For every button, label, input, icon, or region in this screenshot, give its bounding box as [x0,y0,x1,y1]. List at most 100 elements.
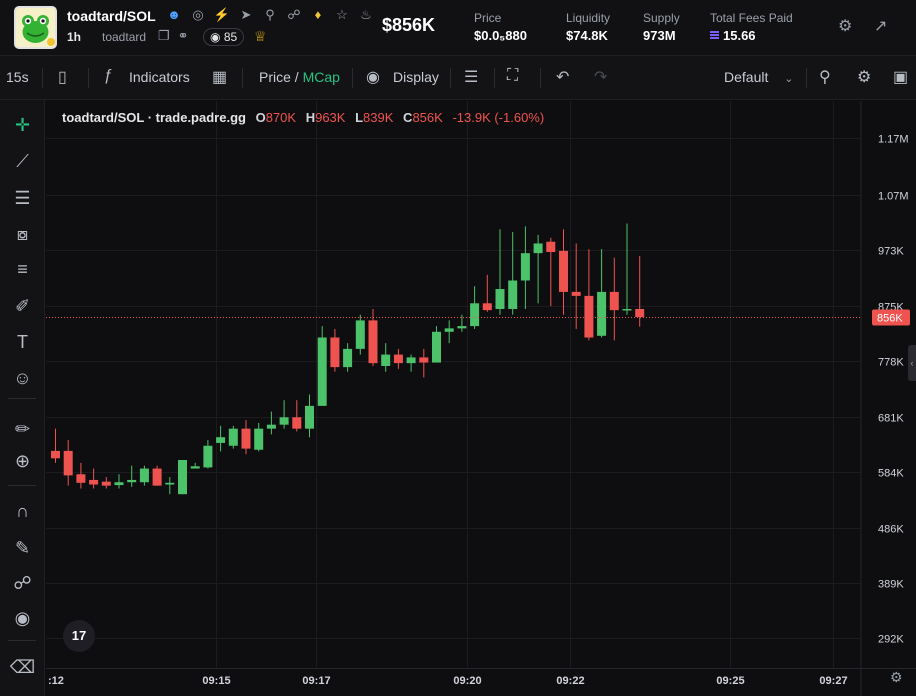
copy-icon[interactable]: ❐ [158,28,170,44]
candle [178,460,187,495]
candle-body [305,405,314,429]
search-icon[interactable]: ⚲ [819,67,831,87]
badge-icon[interactable]: ♦ [309,7,327,23]
candle-body [444,328,454,332]
price-chart[interactable]: 1.17M 1.07M 973K 875K 778K 681K 584K 486K 389K 29… [46,101,916,696]
chevron-down-icon: ⌄ [784,73,794,85]
y-tick-label: 973K [878,246,904,258]
legend-high-label: H [305,110,316,125]
fx-icon[interactable]: ƒ [104,67,113,85]
candle-body [470,303,480,327]
search-icon[interactable]: ⚲ [261,7,279,23]
telegram-icon[interactable]: ➤ [237,7,255,23]
sliders-icon[interactable]: ☰ [464,67,478,87]
candle-body [457,326,467,329]
indicators-button[interactable]: Indicators [129,69,190,85]
legend-high: 963K [315,110,346,125]
candle-body [178,460,187,495]
price-option[interactable]: Price [259,69,291,85]
lock-drawing-icon[interactable]: ✎ [0,537,45,559]
trend-line-icon[interactable]: ⟋ [0,150,45,172]
token-header: toadtard/SOL ☻ ◎ ⚡ ➤ ⚲ ☍ ♦ ☆ ♨ 1h toadta… [0,0,916,56]
axis-settings-icon[interactable]: ⚙ [890,669,903,686]
layout-selector[interactable]: Default ⌄ [724,69,793,85]
magnet-icon[interactable]: ∩ [0,500,45,522]
price-mcap-toggle[interactable]: Price / MCap [259,69,340,85]
undo-icon[interactable]: ↶ [556,67,569,87]
link-icon[interactable]: ☍ [285,7,303,23]
star-icon[interactable]: ☆ [333,7,351,23]
globe-icon[interactable]: ◎ [189,7,207,23]
zoom-in-icon[interactable]: ⊕ [0,450,45,472]
candle-body [597,291,607,336]
text-tool-icon[interactable]: T [0,331,45,353]
eye-icon[interactable]: ◉ [0,607,45,629]
x-tick-label: 09:17 [302,675,330,687]
bolt-icon[interactable]: ⚡ [213,7,231,23]
token-ticker[interactable]: toadtard [102,30,146,44]
candle-body [571,291,581,296]
candle-body [241,428,251,449]
candle-body [355,320,365,349]
candle-body [317,337,327,406]
toggle-slash: / [294,69,299,85]
token-name: toadtard/SOL [67,8,156,24]
display-button[interactable]: Display [393,69,439,85]
crosshair-icon[interactable]: ✛ [0,114,45,136]
divider [42,68,43,88]
x-tick-label: 09:20 [453,675,481,687]
stat-label: Liquidity [566,11,611,25]
mcap-option[interactable]: MCap [303,69,340,85]
token-links: ☻ ◎ ⚡ ➤ ⚲ ☍ ♦ ☆ ♨ [165,7,375,23]
trash-icon[interactable]: ⌫ [0,656,45,678]
candle-body [622,308,632,311]
fullscreen-icon[interactable]: ⛶ [507,67,518,85]
candle-body [330,337,340,368]
candle-body [51,450,60,459]
fib-levels-icon[interactable]: ≡ [0,258,45,280]
legend-open-label: O [255,110,266,125]
gear-icon[interactable]: ⚙ [857,67,871,87]
y-tick-label: 389K [878,579,904,591]
interval-selector[interactable]: 15s [6,69,29,85]
horizontal-lines-icon[interactable]: ☰ [0,187,45,209]
candle-body [419,357,429,363]
candlestick-chart[interactable]: 1.17M1.07M973K875K778K681K584K486K389K29… [46,101,916,696]
candle-body [482,303,492,311]
chart-toolbar: 15s ▯ ƒ Indicators ▦ Price / MCap ◉ Disp… [0,56,916,100]
stat-value: $74.8K [566,28,608,43]
person-icon[interactable]: ☻ [165,7,183,23]
stat-label: Supply [643,11,680,25]
tradingview-logo[interactable]: 17 [63,620,95,652]
settings-icon[interactable]: ⚙ [838,16,852,36]
x-tick-label: :12 [48,675,64,687]
stat-label: Total Fees Paid [710,11,793,25]
trophy-icon[interactable]: ♕ [254,28,267,45]
templates-icon[interactable]: ▦ [212,67,227,87]
ruler-icon[interactable]: ✏ [0,418,45,440]
candle-body [76,474,86,483]
candles-icon[interactable]: ▯ [58,67,67,87]
emoji-icon[interactable]: ☺ [0,367,45,389]
candle-body [520,253,530,281]
chart-trend-icon[interactable]: ↗ [874,16,887,36]
brush-icon[interactable]: ✐ [0,295,45,317]
legend-change: -13.9K (-1.60%) [452,110,545,125]
eye-icon: ◉ [210,30,221,44]
divider [8,640,36,641]
redo-icon[interactable]: ↷ [594,67,607,87]
candle-body [203,445,213,468]
chain-link-icon[interactable]: ⚭ [178,28,189,44]
stat-label: Price [474,11,502,25]
token-logo[interactable] [14,6,57,49]
legend-close: 856K [412,110,443,125]
bell-icon[interactable]: ♨ [357,7,375,23]
legend-low: 839K [363,110,394,125]
candle-body [63,450,73,476]
divider [8,398,36,399]
ticker-actions: ❐ ⚭ [158,28,189,44]
lock-icon[interactable]: ☍ [0,572,45,594]
collapse-panel-icon[interactable]: ‹ [908,345,916,381]
camera-icon[interactable]: ▣ [893,67,908,87]
pattern-icon[interactable]: ⧇ [0,223,45,245]
